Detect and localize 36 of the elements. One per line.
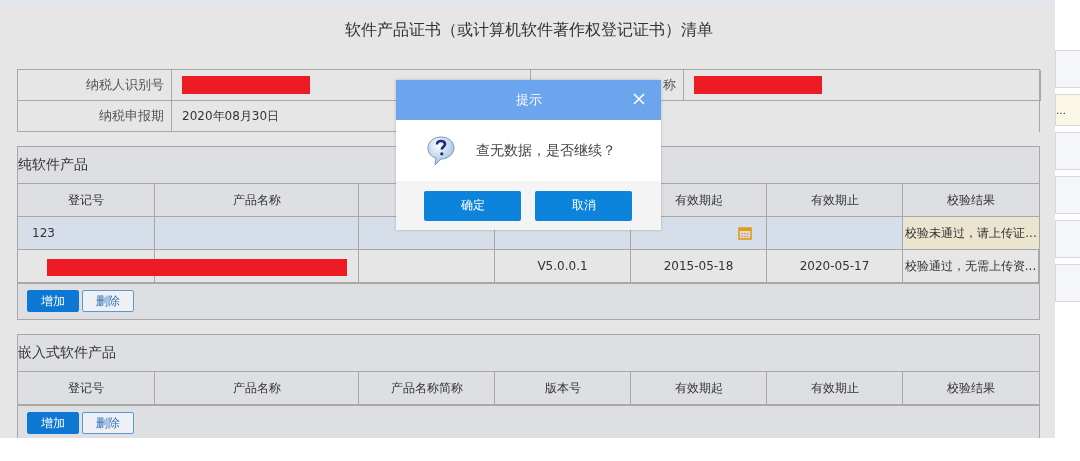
close-icon[interactable] — [633, 93, 645, 105]
delete-button[interactable]: 删除 — [82, 290, 134, 312]
delete-button[interactable]: 删除 — [82, 412, 134, 434]
page-title: 软件产品证书（或计算机软件著作权登记证书）清单 — [343, 19, 714, 41]
column-header: 登记号 — [68, 379, 104, 397]
calendar-icon[interactable] — [738, 226, 752, 240]
column-header: 有效期起 — [674, 379, 723, 397]
add-button[interactable]: 增加 — [27, 412, 79, 434]
question-icon — [426, 134, 456, 167]
column-header: 有效期止 — [810, 379, 859, 397]
dialog-message: 查无数据，是否继续？ — [476, 141, 616, 160]
column-header: 登记号 — [68, 191, 104, 209]
side-note: … — [1055, 94, 1080, 126]
confirm-button[interactable]: 确定 — [424, 190, 521, 221]
table-cell: 校验通过，无需上传资... — [904, 257, 1037, 275]
field-value: 2020年08月30日 — [182, 107, 280, 125]
table-cell: 2020-05-17 — [799, 259, 870, 273]
column-header: 校验结果 — [947, 379, 995, 397]
column-header: 有效期止 — [810, 191, 859, 209]
table-cell: 123 — [32, 226, 55, 240]
column-header: 有效期起 — [674, 191, 723, 209]
column-header: 校验结果 — [947, 191, 995, 209]
cancel-button[interactable]: 取消 — [535, 190, 632, 221]
section-title: 纯软件产品 — [18, 156, 88, 174]
column-header: 产品名称 — [232, 379, 281, 397]
add-button[interactable]: 增加 — [27, 290, 79, 312]
section-title: 嵌入式软件产品 — [18, 344, 116, 362]
field-label: 纳税人识别号 — [18, 70, 172, 101]
table-cell: 2015-05-18 — [663, 259, 734, 273]
table-cell: 校验未通过，请上传证... — [905, 224, 1037, 242]
table-cell: V5.0.0.1 — [537, 259, 588, 273]
column-header: 版本号 — [544, 379, 581, 397]
table-row[interactable]: V5.0.0.1 2015-05-18 2020-05-17 校验通过，无需上传资... — [18, 250, 1039, 283]
column-header: 产品名称简称 — [390, 379, 463, 397]
column-header: 产品名称 — [232, 191, 281, 209]
field-label: 纳税申报期 — [18, 101, 172, 132]
